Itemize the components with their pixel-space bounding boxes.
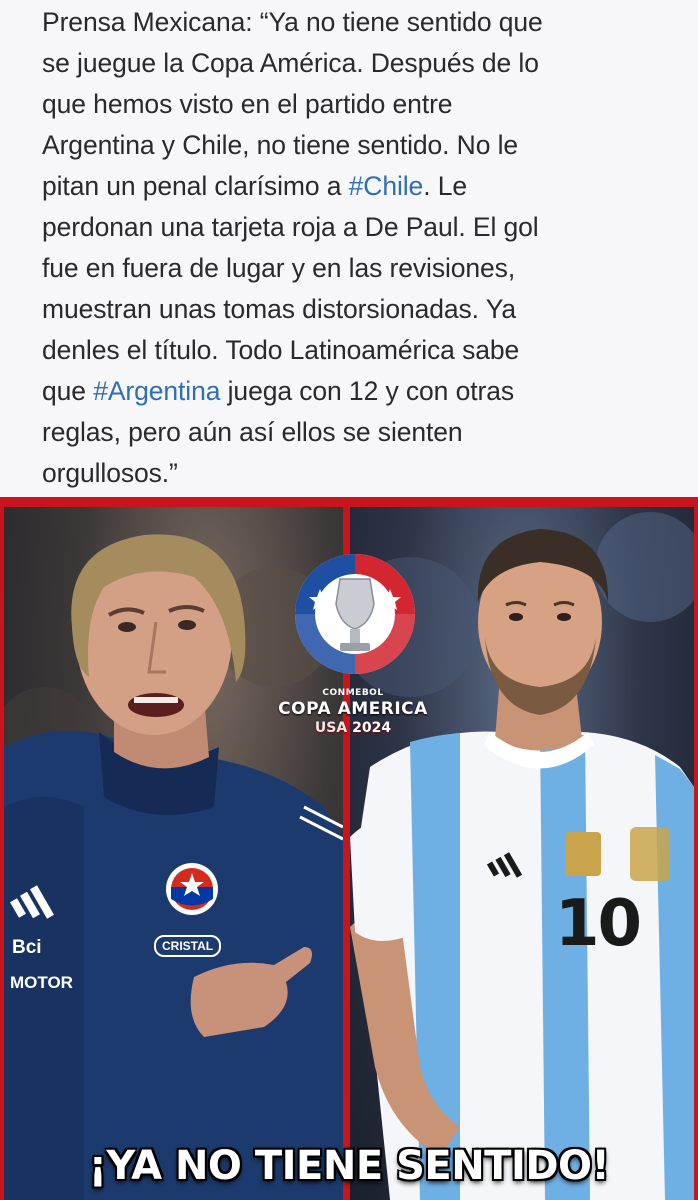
post-text-segment: juega con 12 y con otras: [220, 376, 514, 406]
copa-america-trophy-icon: [295, 554, 415, 674]
post-text-segment: que: [42, 376, 94, 406]
post-line: denles el título. Todo Latinoamérica sab…: [42, 330, 672, 371]
post-text-segment: pitan un penal clarísimo a: [42, 171, 349, 201]
post-text-segment: orgullosos.”: [42, 458, 178, 488]
post-text-segment: fue en fuera de lugar y en las revisione…: [42, 253, 516, 283]
shirt-number: 10: [555, 887, 642, 961]
host-year-label: USA 2024: [258, 719, 448, 737]
post-line: Argentina y Chile, no tiene sentido. No …: [42, 125, 672, 166]
post-line: muestran unas tomas distorsionadas. Ya: [42, 289, 672, 330]
post-line: pitan un penal clarísimo a #Chile. Le: [42, 166, 672, 207]
post-text-segment: se juegue la Copa América. Después de lo: [42, 48, 539, 78]
post-text-segment: que hemos visto en el partido entre: [42, 89, 453, 119]
post-line: fue en fuera de lugar y en las revisione…: [42, 248, 672, 289]
post-text-segment: . Le: [423, 171, 467, 201]
host-label: USA: [314, 720, 348, 736]
sponsor-bci: Bci: [12, 937, 42, 958]
post-text: Prensa Mexicana: “Ya no tiene sentido qu…: [42, 2, 672, 494]
conmebol-label: CONMEBOL: [322, 688, 384, 698]
post-text-segment: Argentina y Chile, no tiene sentido. No …: [42, 130, 519, 160]
post-text-segment: reglas, pero aún así ellos se sienten: [42, 417, 463, 447]
post-line: que #Argentina juega con 12 y con otras: [42, 371, 672, 412]
post-line: que hemos visto en el partido entre: [42, 84, 672, 125]
post-line: orgullosos.”: [42, 453, 672, 494]
year-label: 2024: [352, 720, 392, 736]
copa-america-logo: [290, 549, 420, 684]
post-text-segment: perdonan una tarjeta roja a De Paul. El …: [42, 212, 539, 242]
post-line: perdonan una tarjeta roja a De Paul. El …: [42, 207, 672, 248]
post-line: se juegue la Copa América. Después de lo: [42, 43, 672, 84]
meme-image[interactable]: Bci MOTOR CRISTAL 10 CONMEBOL COPA AMERI…: [0, 497, 698, 1200]
post-line: reglas, pero aún así ellos se sienten: [42, 412, 672, 453]
sponsor-motor: MOTOR: [10, 973, 73, 992]
post-text-segment: Prensa Mexicana: “Ya no tiene sentido qu…: [42, 7, 543, 37]
copa-america-label: COPA AMERICA: [278, 699, 428, 719]
meme-tagline: ¡YA NO TIENE SENTIDO!: [88, 1143, 610, 1189]
post-line: Prensa Mexicana: “Ya no tiene sentido qu…: [42, 2, 672, 43]
hashtag-link-argentina[interactable]: #Argentina: [93, 376, 220, 406]
sponsor-cristal: CRISTAL: [154, 935, 222, 957]
copa-america-wordmark: CONMEBOL COPA AMERICA USA 2024: [258, 687, 448, 737]
post-text-segment: muestran unas tomas distorsionadas. Ya: [42, 294, 516, 324]
hashtag-link-chile[interactable]: #Chile: [349, 171, 424, 201]
post-text-segment: denles el título. Todo Latinoamérica sab…: [42, 335, 520, 365]
